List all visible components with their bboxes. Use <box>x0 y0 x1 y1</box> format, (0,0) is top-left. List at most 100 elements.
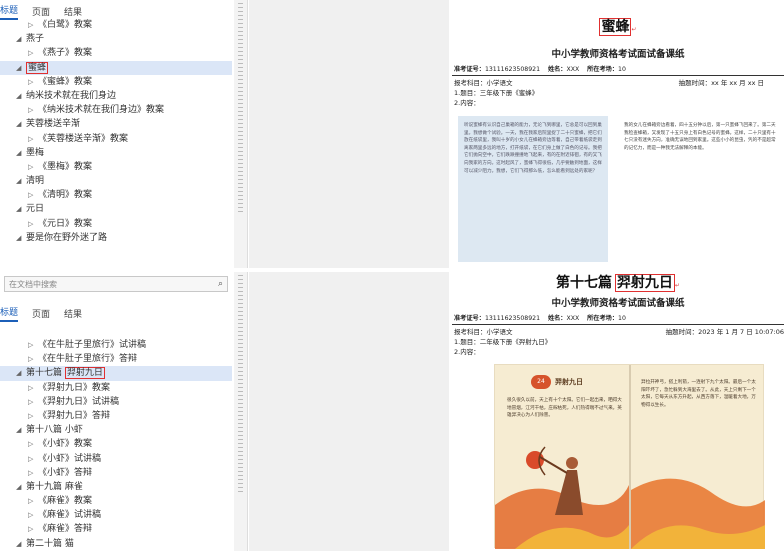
divider <box>452 75 784 76</box>
textbook-text-left: 很久很久以前，天上有十个太阳。它们一起出来，晒得大地冒烟，江河干枯，庄稼枯死，人… <box>507 398 622 419</box>
expand-arrow-icon[interactable]: ▷ <box>28 352 38 366</box>
textbook-image: 听说蜜蜂有认识自己巢箱的能力，无论飞到哪里，它总是可以回到巢里。我想做个试验。一… <box>458 116 782 262</box>
collapse-arrow-icon[interactable]: ◢ <box>16 32 26 46</box>
outline-subheading[interactable]: ▷ 《小虾》试讲稿 <box>0 452 232 466</box>
textbook-lesson-title: 羿射九日 <box>555 377 583 386</box>
collapse-arrow-icon[interactable]: ◢ <box>16 146 26 160</box>
expand-arrow-icon[interactable]: ▷ <box>28 46 38 60</box>
collapse-arrow-icon[interactable]: ◢ <box>16 231 26 245</box>
nav-tabs-bottom: 标题 页面 结果 <box>0 302 232 324</box>
outline-subheading[interactable]: ▷ 《清明》教案 <box>0 188 232 202</box>
ruler-tick <box>238 208 243 212</box>
outline-subheading[interactable]: ▷ 《羿射九日》试讲稿 <box>0 395 232 409</box>
lesson-number-badge: 24 <box>531 375 551 389</box>
expand-arrow-icon[interactable]: ▷ <box>28 18 38 32</box>
doc-question-2: 2.内容： <box>454 99 480 107</box>
outline-subheading[interactable]: ▷ 《纳米技术就在我们身边》教案 <box>0 103 232 117</box>
outline-item-label: 《白鹭》教案 <box>38 20 93 30</box>
search-box[interactable]: 在文档中搜索 ⌕ <box>4 276 228 292</box>
outline-subheading[interactable]: ▷ 《在牛肚子里旅行》试讲稿 <box>0 338 232 352</box>
expand-arrow-icon[interactable]: ▷ <box>28 103 38 117</box>
expand-arrow-icon[interactable]: ▷ <box>28 132 38 146</box>
collapse-arrow-icon[interactable]: ◢ <box>16 480 26 494</box>
outline-heading[interactable]: ◢ 清明 <box>0 174 232 188</box>
outline-item-label: 《羿射九日》教案 <box>38 382 111 393</box>
expand-arrow-icon[interactable]: ▷ <box>28 508 38 522</box>
outline-heading[interactable]: ◢ 芙蓉楼送辛渐 <box>0 117 232 131</box>
outline-subheading[interactable]: ▷ 《燕子》教案 <box>0 46 232 60</box>
expand-arrow-icon[interactable]: ▷ <box>28 452 38 466</box>
outline-subheading[interactable]: ▷ 《芙蓉楼送辛渐》教案 <box>0 132 232 146</box>
outline-subheading[interactable]: ▷ 《白鹭》教案 <box>0 18 232 32</box>
outline-subheading[interactable]: ▷ 《元日》教案 <box>0 217 232 231</box>
outline-heading[interactable]: ◢ 墨梅 <box>0 146 232 160</box>
expand-arrow-icon[interactable]: ▷ <box>28 217 38 231</box>
collapse-arrow-icon[interactable]: ◢ <box>16 61 26 75</box>
collapse-arrow-icon[interactable]: ◢ <box>16 366 26 380</box>
outline-heading[interactable]: ◢ 第十九篇 麻雀 <box>0 480 232 494</box>
outline-subheading[interactable]: ▷ 《麻雀》答辩 <box>0 522 232 536</box>
textbook-text-right: 羿拉开神弓，搭上利箭，一连射下九个太阳。最后一个太阳吓坏了，急忙躲到大海里去了。… <box>641 380 756 408</box>
outline-item-label: 《纳米技术就在我们身边》教案 <box>38 105 165 116</box>
outline-subheading[interactable]: ▷ 《羿射九日》答辩 <box>0 409 232 423</box>
collapse-arrow-icon[interactable]: ◢ <box>16 174 26 188</box>
expand-arrow-icon[interactable]: ▷ <box>28 188 38 202</box>
collapse-arrow-icon[interactable]: ◢ <box>16 202 26 216</box>
tab-headings[interactable]: 标题 <box>0 3 19 20</box>
outline-heading[interactable]: ◢ 第十七篇 羿射九日 <box>0 366 232 381</box>
outline-heading[interactable]: ◢ 第十八篇 小虾 <box>0 423 232 437</box>
doc-subject-row: 报考科目：小学语文 抽题时间：2023 年 1 月 7 日 10:07:06 <box>454 328 784 336</box>
textbook-text-right: 我的女儿在蜂箱旁边看着，四十五分钟以后，第一只蜜蜂飞回来了。第二天我检查蜂箱，又… <box>624 123 776 151</box>
doc-question-1: 1.题目：三年级下册《蜜蜂》 <box>454 89 539 97</box>
outline-heading[interactable]: ◢ 要是你在野外迷了路 <box>0 231 232 245</box>
tab-results[interactable]: 结果 <box>64 307 82 320</box>
nav-pane-bottom: 在文档中搜索 ⌕ 标题 页面 结果 ▷ 《在牛肚子里旅行》试讲稿 ▷ 《在牛肚子里旅行… <box>0 272 232 551</box>
expand-arrow-icon[interactable]: ▷ <box>28 381 38 395</box>
expand-arrow-icon[interactable]: ▷ <box>28 409 38 423</box>
outline-subheading[interactable]: ▷ 《墨梅》教案 <box>0 160 232 174</box>
outline-subheading[interactable]: ▷ 《麻雀》教案 <box>0 494 232 508</box>
collapse-arrow-icon[interactable]: ◢ <box>16 537 26 551</box>
search-icon[interactable]: ⌕ <box>218 279 223 289</box>
doc-title: 羿射九日 <box>614 274 675 292</box>
outline-heading[interactable]: ◢ 第二十篇 猫 <box>0 537 232 551</box>
expand-arrow-icon[interactable]: ▷ <box>28 437 38 451</box>
outline-subheading[interactable]: ▷ 《小虾》教案 <box>0 437 232 451</box>
expand-arrow-icon[interactable]: ▷ <box>28 395 38 409</box>
outline-item-label: 第十九篇 麻雀 <box>26 481 83 492</box>
outline-item-label: 墨梅 <box>26 147 45 158</box>
search-input[interactable]: 在文档中搜索 <box>9 279 57 290</box>
doc-question-1: 1.题目：二年级下册《羿射九日》 <box>454 338 552 346</box>
tab-pages[interactable]: 页面 <box>32 5 50 18</box>
outline-heading[interactable]: ◢ 纳米技术就在我们身边 <box>0 89 232 103</box>
outline-heading[interactable]: ◢ 蜜蜂 <box>0 60 232 75</box>
expand-arrow-icon[interactable]: ▷ <box>28 160 38 174</box>
outline-tree-bottom: ▷ 《在牛肚子里旅行》试讲稿 ▷ 《在牛肚子里旅行》答辩 ◢ 第十七篇 羿射九日 ▷ 《羿射九… <box>0 338 232 551</box>
collapse-arrow-icon[interactable]: ◢ <box>16 89 26 103</box>
outline-item-label: 《燕子》教案 <box>38 48 93 59</box>
outline-item-label: 《羿射九日》答辩 <box>38 410 111 421</box>
outline-subheading[interactable]: ▷ 《小虾》答辩 <box>0 466 232 480</box>
expand-arrow-icon[interactable]: ▷ <box>28 466 38 480</box>
nav-pane-top: 标题 页面 结果 ▷ 《白鹭》教案 ◢ 燕子 ▷ 《燕子》教案 ◢ 蜜蜂 ▷ 《蜜蜂》教案 ◢ 纳米技… <box>0 0 232 268</box>
expand-arrow-icon[interactable]: ▷ <box>28 338 38 352</box>
expand-arrow-icon[interactable]: ▷ <box>28 494 38 508</box>
outline-item-label: 第十八篇 小虾 <box>26 425 83 436</box>
outline-item-label: 芙蓉楼送辛渐 <box>26 119 81 130</box>
outline-item-label: 《芙蓉楼送辛渐》教案 <box>38 133 129 144</box>
outline-subheading[interactable]: ▷ 《在牛肚子里旅行》答辩 <box>0 352 232 366</box>
expand-arrow-icon[interactable]: ▷ <box>28 75 38 89</box>
tab-headings[interactable]: 标题 <box>0 305 19 322</box>
expand-arrow-icon[interactable]: ▷ <box>28 522 38 536</box>
outline-subheading[interactable]: ▷ 《麻雀》试讲稿 <box>0 508 232 522</box>
tab-results[interactable]: 结果 <box>64 5 82 18</box>
outline-item-label: 《羿射九日》试讲稿 <box>38 396 120 407</box>
outline-heading[interactable]: ◢ 燕子 <box>0 32 232 46</box>
outline-subheading[interactable]: ▷ 《羿射九日》教案 <box>0 381 232 395</box>
collapse-arrow-icon[interactable]: ◢ <box>16 423 26 437</box>
tab-pages[interactable]: 页面 <box>32 307 50 320</box>
outline-heading[interactable]: ◢ 元日 <box>0 202 232 216</box>
collapse-arrow-icon[interactable]: ◢ <box>16 117 26 131</box>
outline-item-label: 清明 <box>26 176 45 187</box>
outline-subheading[interactable]: ▷ 《蜜蜂》教案 <box>0 75 232 89</box>
